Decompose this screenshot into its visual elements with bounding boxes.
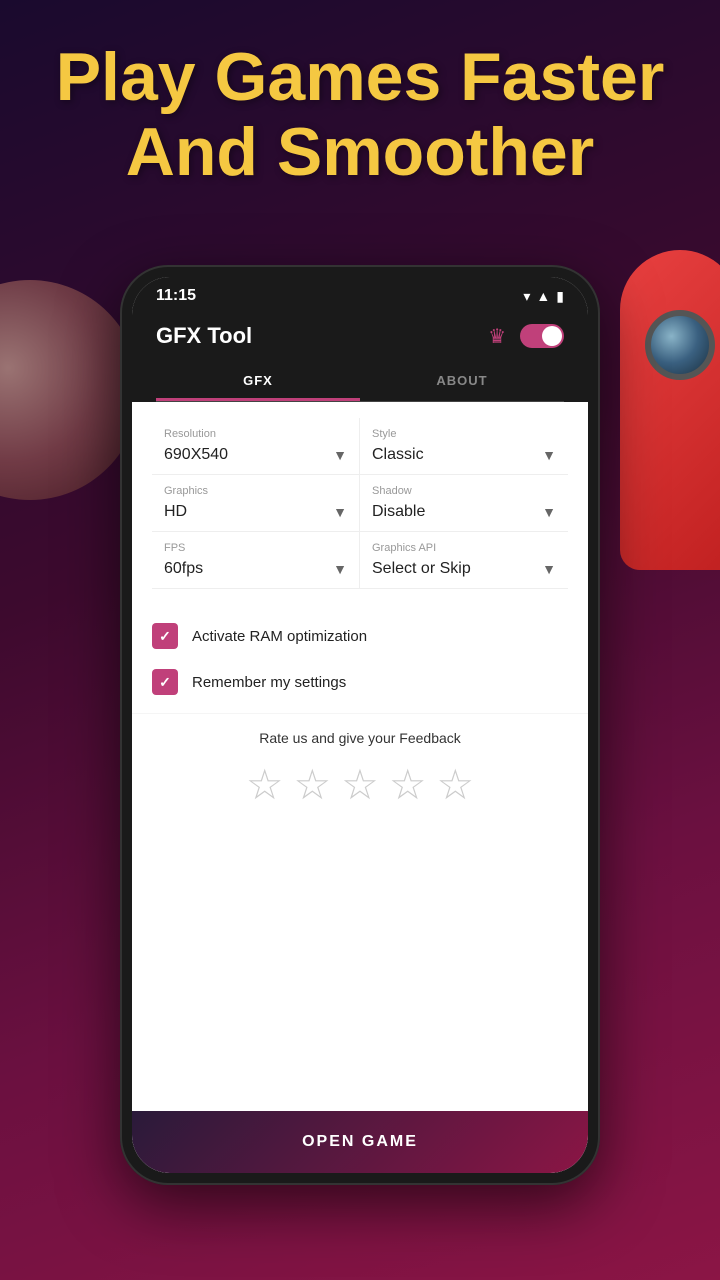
star-3[interactable]: ☆ [341, 760, 379, 809]
checkbox-ram-label: Activate RAM optimization [192, 628, 367, 645]
wifi-icon: ▾ [523, 288, 530, 305]
fps-label: FPS [164, 542, 347, 554]
star-5[interactable]: ☆ [436, 760, 474, 809]
content-spacer [132, 825, 588, 1111]
stars-row: ☆ ☆ ☆ ☆ ☆ [152, 760, 568, 809]
graphics-api-cell: Graphics API Select or Skip ▼ [360, 532, 568, 589]
resolution-cell: Resolution 690X540 ▼ [152, 418, 360, 475]
phone-shell: 11:15 ▾ ▲ ▮ GFX Tool ♛ [120, 265, 600, 1185]
graphics-api-label: Graphics API [372, 542, 556, 554]
checkbox-ram-check: ✓ [159, 628, 171, 645]
bg-rocket-decoration [600, 250, 720, 630]
header-icons: ♛ [488, 324, 564, 349]
toggle-knob [542, 326, 562, 346]
style-value: Classic [372, 446, 424, 464]
checkbox-settings-check: ✓ [159, 674, 171, 691]
phone-mockup: 11:15 ▾ ▲ ▮ GFX Tool ♛ [120, 265, 600, 1185]
app-title-row: GFX Tool ♛ [156, 323, 564, 349]
checkbox-row-ram[interactable]: ✓ Activate RAM optimization [152, 613, 568, 659]
fps-dropdown[interactable]: 60fps ▼ [164, 560, 347, 578]
star-4[interactable]: ☆ [389, 760, 427, 809]
graphics-label: Graphics [164, 485, 347, 497]
toggle-switch[interactable] [520, 324, 564, 348]
battery-icon: ▮ [556, 288, 564, 305]
tab-about[interactable]: ABOUT [360, 363, 564, 401]
graphics-api-value: Select or Skip [372, 560, 471, 578]
shadow-label: Shadow [372, 485, 556, 497]
graphics-api-dropdown[interactable]: Select or Skip ▼ [372, 560, 556, 578]
resolution-dropdown[interactable]: 690X540 ▼ [164, 446, 347, 464]
style-label: Style [372, 428, 556, 440]
phone-screen: 11:15 ▾ ▲ ▮ GFX Tool ♛ [132, 277, 588, 1173]
style-cell: Style Classic ▼ [360, 418, 568, 475]
rating-text: Rate us and give your Feedback [152, 730, 568, 746]
style-dropdown[interactable]: Classic ▼ [372, 446, 556, 464]
fps-value: 60fps [164, 560, 203, 578]
status-icons: ▾ ▲ ▮ [523, 288, 564, 305]
tab-gfx[interactable]: GFX [156, 363, 360, 401]
fps-cell: FPS 60fps ▼ [152, 532, 360, 589]
shadow-value: Disable [372, 503, 425, 521]
settings-card: Resolution 690X540 ▼ Style Classic ▼ [132, 402, 588, 605]
main-content: Resolution 690X540 ▼ Style Classic ▼ [132, 402, 588, 1173]
graphics-dropdown[interactable]: HD ▼ [164, 503, 347, 521]
graphics-arrow: ▼ [333, 504, 347, 520]
dropdown-grid: Resolution 690X540 ▼ Style Classic ▼ [152, 418, 568, 589]
app-header: GFX Tool ♛ GFX ABOUT [132, 313, 588, 402]
resolution-arrow: ▼ [333, 447, 347, 463]
checkbox-section: ✓ Activate RAM optimization ✓ Remember m… [132, 605, 588, 713]
checkbox-ram-box[interactable]: ✓ [152, 623, 178, 649]
open-game-button[interactable]: OPEN GAME [132, 1111, 588, 1173]
graphics-api-arrow: ▼ [542, 561, 556, 577]
checkbox-row-settings[interactable]: ✓ Remember my settings [152, 659, 568, 705]
shadow-cell: Shadow Disable ▼ [360, 475, 568, 532]
shadow-dropdown[interactable]: Disable ▼ [372, 503, 556, 521]
signal-icon: ▲ [536, 288, 550, 304]
status-time: 11:15 [156, 287, 196, 305]
hero-title: Play Games Faster And Smoother [40, 40, 680, 190]
app-title: GFX Tool [156, 323, 252, 349]
checkbox-settings-label: Remember my settings [192, 674, 346, 691]
style-arrow: ▼ [542, 447, 556, 463]
resolution-label: Resolution [164, 428, 347, 440]
fps-arrow: ▼ [333, 561, 347, 577]
graphics-value: HD [164, 503, 187, 521]
status-bar: 11:15 ▾ ▲ ▮ [132, 277, 588, 313]
bg-planet-decoration [0, 280, 140, 500]
shadow-arrow: ▼ [542, 504, 556, 520]
checkbox-settings-box[interactable]: ✓ [152, 669, 178, 695]
rating-section: Rate us and give your Feedback ☆ ☆ ☆ ☆ ☆ [132, 714, 588, 825]
tabs-bar: GFX ABOUT [156, 363, 564, 402]
graphics-cell: Graphics HD ▼ [152, 475, 360, 532]
hero-section: Play Games Faster And Smoother [0, 40, 720, 190]
star-2[interactable]: ☆ [294, 760, 332, 809]
star-1[interactable]: ☆ [246, 760, 284, 809]
resolution-value: 690X540 [164, 446, 228, 464]
crown-icon: ♛ [488, 324, 506, 349]
